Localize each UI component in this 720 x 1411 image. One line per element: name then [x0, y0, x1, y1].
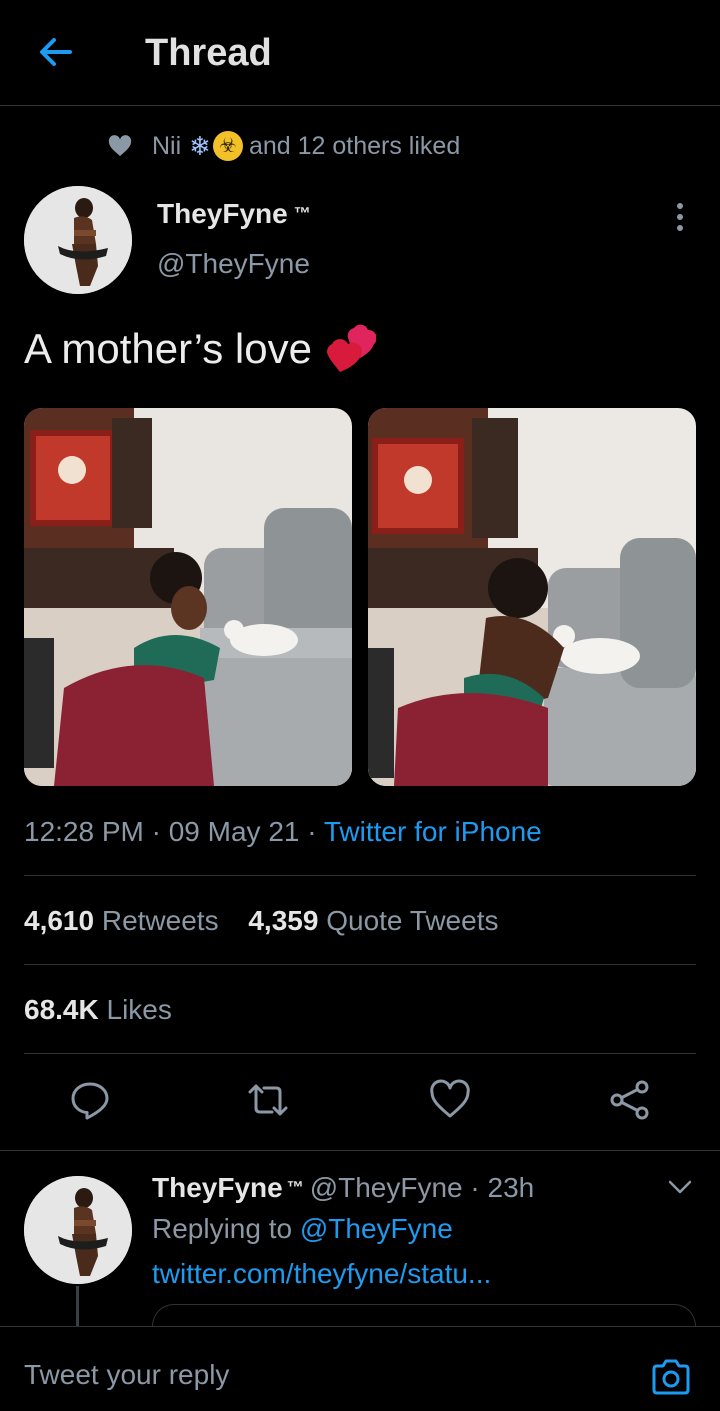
reply-avatar[interactable] [24, 1176, 132, 1284]
heart-icon [108, 135, 132, 156]
tweet-body: A mother’s love [24, 325, 312, 372]
arrow-left-icon[interactable] [32, 28, 80, 76]
mention-link[interactable]: @TheyFyne [300, 1213, 453, 1244]
replying-prefix: Replying to [152, 1213, 300, 1244]
tweet-timestamp: 12:28 PM · 09 May 21 · Twitter for iPhon… [24, 812, 542, 852]
likes-label: Likes [106, 994, 172, 1025]
divider [24, 1053, 696, 1054]
author-name[interactable]: TheyFyne ™ [157, 196, 311, 232]
snowflake-emoji: ❄ [189, 130, 211, 161]
divider [0, 1150, 720, 1151]
page-title: Thread [145, 32, 272, 74]
likes-stats[interactable]: 68.4K Likes [24, 990, 172, 1030]
tweet-actions [0, 1078, 720, 1126]
retweets-count[interactable]: 4,610 Retweets [24, 905, 219, 936]
divider [24, 964, 696, 965]
camera-icon[interactable] [650, 1357, 692, 1397]
timestamp-text: 12:28 PM · 09 May 21 · [24, 816, 324, 847]
likes-count: 68.4K [24, 994, 99, 1025]
chevron-down-icon[interactable] [666, 1176, 694, 1198]
reply-icon[interactable] [68, 1078, 112, 1122]
avatar[interactable] [24, 186, 132, 294]
author-handle[interactable]: @TheyFyne [157, 246, 310, 282]
tweet-photo-2[interactable] [368, 408, 696, 786]
trademark-mark: ™ [293, 204, 311, 223]
trademark-mark: ™ [286, 1178, 304, 1197]
thread-screen: Thread Nii ❄ ☣ and 12 others liked TheyF… [0, 0, 720, 1411]
liker-name: Nii [152, 131, 182, 160]
like-icon[interactable] [428, 1078, 472, 1122]
share-icon[interactable] [608, 1078, 652, 1122]
top-bar: Thread [0, 0, 720, 106]
status-link[interactable]: twitter.com/theyfyne/statu... [152, 1256, 491, 1292]
retweet-icon[interactable] [246, 1078, 290, 1122]
reply-input[interactable]: Tweet your reply [24, 1357, 229, 1393]
engagement-stats: 4,610 Retweets 4,359 Quote Tweets [24, 901, 498, 941]
replying-to: Replying to @TheyFyne [152, 1211, 453, 1247]
social-context[interactable]: Nii ❄ ☣ and 12 others liked [108, 128, 460, 164]
author-name-text: TheyFyne [157, 198, 288, 229]
reply-author-name[interactable]: TheyFyne [152, 1172, 283, 1203]
more-vertical-icon[interactable] [668, 200, 692, 234]
tweet-photo-1[interactable] [24, 408, 352, 786]
reply-header: TheyFyne ™ @TheyFyne · 23h [152, 1170, 534, 1206]
liked-suffix: and 12 others liked [248, 131, 461, 160]
reply-composer: Tweet your reply [0, 1326, 720, 1411]
quote-tweets-count[interactable]: 4,359 Quote Tweets [248, 905, 498, 936]
reply-handle-time: @TheyFyne · 23h [309, 1172, 535, 1203]
tweet-text: A mother’s love [24, 322, 376, 376]
thread-connector [76, 1286, 79, 1326]
tweet-source-link[interactable]: Twitter for iPhone [324, 816, 542, 847]
biohazard-emoji: ☣ [212, 131, 243, 161]
two-hearts-emoji [326, 324, 376, 372]
divider [24, 875, 696, 876]
